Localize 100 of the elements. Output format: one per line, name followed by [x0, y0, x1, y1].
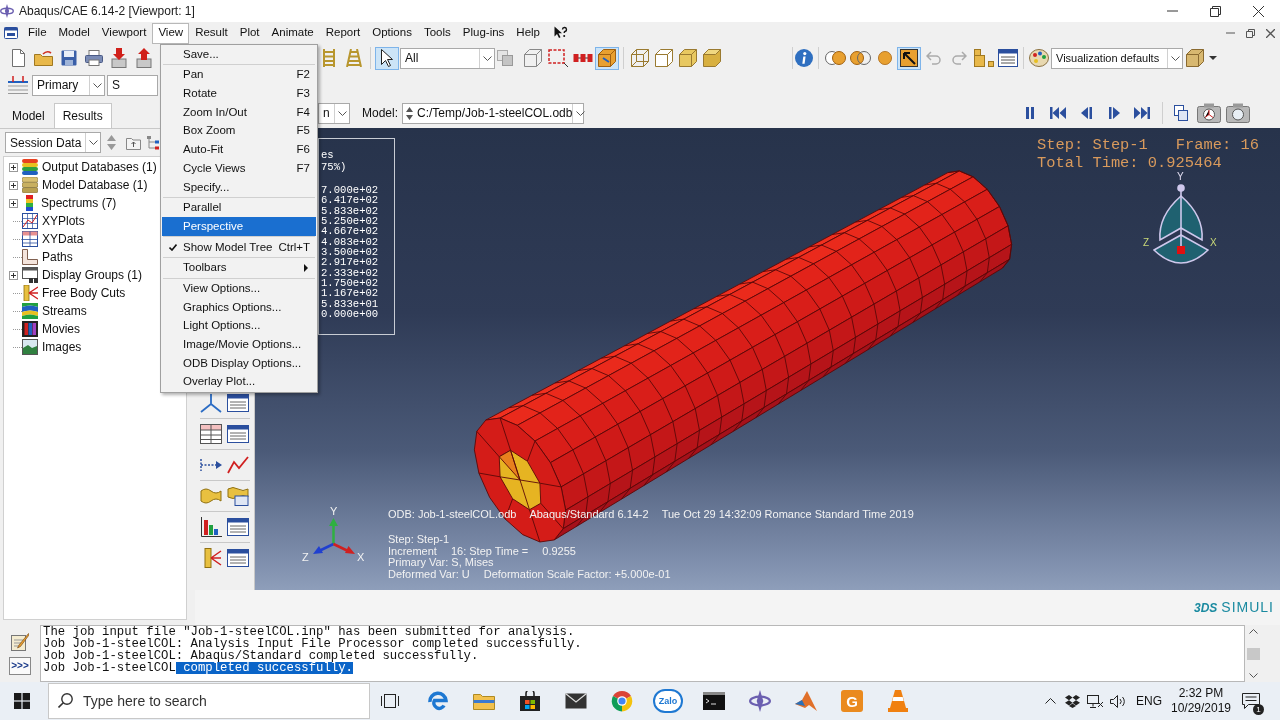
tree-item[interactable]: Paths [42, 248, 73, 266]
print-icon[interactable] [84, 50, 103, 66]
menu-item[interactable]: View Options... [162, 279, 316, 298]
xy-table-icon[interactable] [200, 424, 222, 444]
folder-icon[interactable] [473, 692, 495, 710]
close-icon[interactable] [1266, 28, 1275, 38]
solid-cube-icon[interactable] [703, 49, 721, 67]
restore-icon[interactable] [1246, 28, 1255, 38]
arrow-up-box-icon[interactable] [135, 48, 152, 68]
tree-tab[interactable]: Results [53, 103, 112, 128]
swirl-logo-icon[interactable] [428, 691, 448, 711]
terminal-icon[interactable] [703, 692, 725, 710]
menu-item[interactable]: Specify... [162, 177, 316, 197]
menu-item[interactable]: Box Zoom F5 [162, 121, 316, 141]
axis-triad-icon[interactable] [200, 393, 222, 413]
tree-item[interactable]: Streams [42, 302, 87, 320]
tree-item[interactable]: Output Databases (1) [42, 158, 157, 176]
menu-bar-item[interactable]: Animate [265, 22, 320, 44]
menu-bar-item[interactable]: Help [510, 22, 546, 44]
segmented-circle-icon[interactable] [611, 690, 633, 712]
wireframe-cube-icon[interactable] [631, 49, 649, 67]
close-icon[interactable] [1253, 5, 1264, 17]
step-back-icon[interactable] [1080, 107, 1092, 119]
menu-bar-item[interactable]: Tools [417, 22, 457, 44]
bar-chart-icon[interactable] [200, 517, 222, 537]
table-window-icon[interactable] [227, 425, 249, 443]
surface-patch-icon[interactable] [200, 487, 222, 505]
menu-item[interactable]: Graphics Options... [162, 297, 316, 317]
outline-cube-icon[interactable] [655, 49, 673, 67]
tree-item[interactable]: Images [42, 338, 82, 356]
zigzag-line-icon[interactable] [227, 456, 249, 474]
model-select[interactable]: C:/Temp/Job-1-steelCOL.odb [402, 102, 585, 124]
peak-surface-icon[interactable] [795, 691, 817, 711]
skip-to-start-icon[interactable] [1050, 107, 1066, 119]
shaded-cube-icon[interactable] [679, 49, 697, 67]
menu-item[interactable]: Cycle Views F7 [162, 159, 316, 178]
notepad-icon[interactable] [11, 633, 29, 651]
dashed-rectangle-icon[interactable] [547, 49, 568, 67]
expand-plus-icon[interactable] [8, 162, 18, 172]
table-window-icon[interactable] [227, 518, 249, 536]
folder-up-icon[interactable] [126, 135, 141, 150]
notification-icon[interactable] [1242, 693, 1260, 709]
tree-item[interactable]: Display Groups (1) [42, 266, 143, 284]
task-view-icon[interactable] [381, 694, 399, 708]
chat-app-button[interactable]: Zalo [653, 689, 683, 713]
menu-item[interactable]: Save... [162, 45, 316, 64]
table-window-icon[interactable] [227, 549, 249, 567]
search-field[interactable]: Type here to search [48, 683, 370, 719]
skip-to-end-icon[interactable] [1134, 107, 1150, 119]
menu-item[interactable]: Parallel [162, 198, 316, 218]
help-pointer-icon[interactable] [554, 26, 568, 40]
menu-item[interactable]: Show Model Tree Ctrl+T [162, 237, 316, 257]
tree-item[interactable]: Movies [42, 320, 80, 338]
menu-bar-item[interactable]: Plot [233, 22, 266, 44]
camera-icon[interactable] [1196, 103, 1221, 123]
bar-blocks-icon[interactable] [973, 49, 994, 67]
palette-icon[interactable] [1029, 49, 1049, 67]
stacked-pages-icon[interactable] [1174, 105, 1188, 121]
step-forward-icon[interactable] [1108, 107, 1120, 119]
restore-icon[interactable] [1210, 5, 1221, 17]
field-position-select[interactable]: Primary [32, 74, 105, 96]
language-indicator[interactable]: ENG [1136, 692, 1162, 710]
scrollbar-thumb[interactable] [1247, 647, 1260, 660]
menu-item[interactable]: Overlay Plot... [162, 372, 316, 392]
view-cube-icon[interactable] [1153, 184, 1209, 267]
expand-plus-icon[interactable] [8, 198, 18, 208]
menu-bar-item[interactable]: Result [189, 22, 234, 44]
cube-icon[interactable] [1186, 49, 1204, 67]
menu-bar-item[interactable]: File [22, 22, 53, 44]
tree-item[interactable]: Model Database (1) [42, 176, 148, 194]
pause-icon[interactable] [1026, 107, 1034, 119]
chevron-up-icon[interactable] [1045, 698, 1057, 704]
diamond-boxes-icon[interactable] [1065, 694, 1081, 708]
scale-bar-icon[interactable] [7, 76, 29, 94]
wireframe-box-icon[interactable] [523, 49, 542, 67]
menu-item[interactable]: Rotate F3 [162, 84, 316, 104]
tree-item[interactable]: Spectrums (7) [41, 194, 117, 212]
menu-item[interactable]: Pan F2 [162, 65, 316, 85]
app-logo-icon[interactable] [749, 690, 771, 712]
spinner-arrows-icon[interactable] [406, 106, 414, 120]
dotted-arrow-icon[interactable] [200, 458, 222, 472]
menu-bar-item[interactable]: Viewport [95, 22, 153, 44]
speaker-icon[interactable] [1110, 694, 1127, 708]
menu-item[interactable]: Auto-Fit F6 [162, 140, 316, 160]
network-icon[interactable] [1087, 694, 1104, 708]
menu-bar-item[interactable]: Options [366, 22, 418, 44]
info-icon[interactable] [795, 49, 813, 67]
search-icon[interactable] [58, 693, 73, 708]
sphere-icon[interactable] [878, 51, 892, 65]
table-window-icon[interactable] [227, 394, 249, 412]
display-options-select[interactable]: Visualization defaults [1051, 47, 1183, 69]
pointer-icon[interactable] [381, 49, 393, 67]
menu-item[interactable]: Zoom In/Out F4 [162, 103, 316, 122]
table-window-icon[interactable] [998, 49, 1018, 67]
clock-time[interactable]: 2:32 PM [1178, 686, 1224, 701]
field-variable-field[interactable]: S [107, 74, 158, 96]
save-icon[interactable] [60, 50, 77, 66]
clock-date[interactable]: 10/29/2019 [1170, 701, 1232, 716]
selection-filter-select[interactable]: All [400, 47, 495, 69]
menu-bar-item[interactable]: Plug-ins [456, 22, 511, 44]
